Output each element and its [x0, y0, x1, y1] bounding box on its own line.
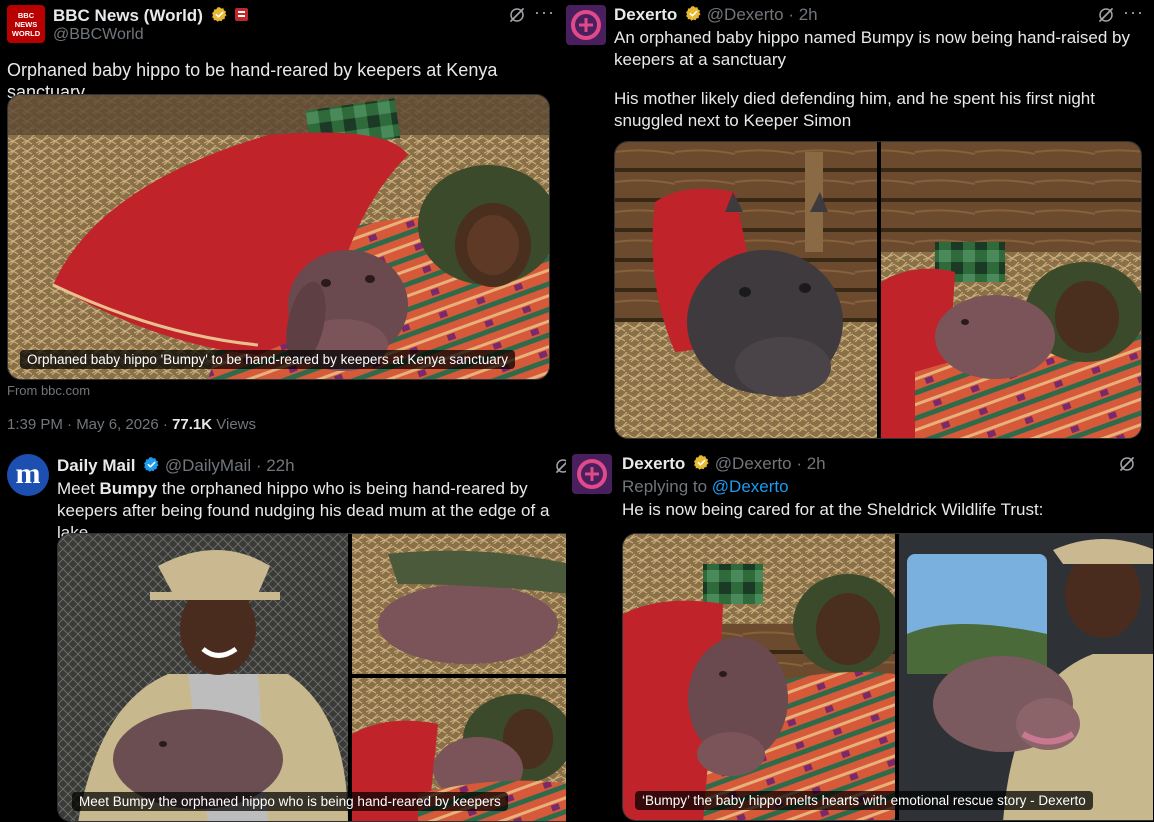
post-time[interactable]: · 2h [788, 5, 817, 24]
image-caption: Orphaned baby hippo 'Bumpy' to be hand-r… [20, 350, 515, 369]
more-icon[interactable]: ··· [534, 2, 555, 23]
verified-gold-icon [211, 6, 228, 23]
more-icon[interactable]: ··· [1123, 2, 1144, 23]
post-text-line2: His mother likely died defending him, an… [614, 89, 1095, 130]
dailymail-logo-text: m [15, 457, 41, 490]
post-image-grid[interactable]: Meet Bumpy the orphaned hippo who is bei… [57, 533, 566, 822]
author-name[interactable]: Dexerto [622, 454, 685, 473]
post-text-line1: An orphaned baby hippo named Bumpy is no… [614, 28, 1131, 69]
post-time[interactable]: · 2h [796, 454, 825, 473]
post-text: He is now being cared for at the Sheldri… [622, 500, 1044, 519]
dexerto-post[interactable]: Dexerto @Dexerto · 2h ··· An orphaned ba… [557, 0, 1154, 444]
link-source[interactable]: From bbc.com [7, 383, 90, 398]
post-image-grid[interactable] [614, 141, 1142, 439]
post-image-grid[interactable]: ‘Bumpy’ the baby hippo melts hearts with… [622, 533, 1153, 821]
dailymail-post[interactable]: m Daily Mail @DailyMail · 22h Meet Bumpy… [0, 446, 566, 822]
dailymail-avatar[interactable]: m [7, 454, 49, 496]
image-caption: ‘Bumpy’ the baby hippo melts hearts with… [635, 791, 1093, 810]
grok-icon[interactable] [1097, 6, 1115, 24]
views-label: Views [212, 416, 257, 433]
reply-to-link[interactable]: @Dexerto [712, 477, 789, 496]
views-count: 77.1K [172, 416, 213, 433]
post-text-pre: Meet [57, 479, 100, 498]
dexerto-avatar[interactable] [572, 454, 612, 494]
bbc-avatar[interactable]: BBC NEWS WORLD [7, 5, 45, 43]
author-name[interactable]: Dexerto [614, 5, 677, 24]
author-name[interactable]: Daily Mail [57, 456, 135, 475]
grok-icon[interactable] [1118, 455, 1136, 473]
grok-icon[interactable] [554, 457, 566, 475]
author-handle[interactable]: @DailyMail [165, 456, 251, 475]
author-name[interactable]: BBC News (World) [53, 6, 203, 25]
dexerto-logo-icon [566, 5, 606, 45]
post-time[interactable]: · 22h [256, 456, 295, 475]
post-timestamp[interactable]: 1:39 PM · May 6, 2026 · [7, 416, 172, 433]
dexerto-logo-icon [572, 454, 612, 494]
verified-blue-icon [143, 456, 160, 473]
bbc-post[interactable]: BBC NEWS WORLD BBC News (World) @BBCWorl… [0, 0, 555, 444]
flag-icon [235, 8, 249, 21]
dexerto-avatar[interactable] [566, 5, 606, 45]
verified-gold-icon [685, 5, 702, 22]
grok-icon[interactable] [508, 6, 526, 24]
image-caption: Meet Bumpy the orphaned hippo who is bei… [72, 792, 508, 811]
author-handle[interactable]: @Dexerto [715, 454, 792, 473]
post-image[interactable]: Orphaned baby hippo 'Bumpy' to be hand-r… [7, 94, 550, 380]
post-text-bold: Bumpy [99, 479, 158, 498]
author-handle[interactable]: @Dexerto [707, 5, 784, 24]
bbc-logo-text: BBC NEWS WORLD [11, 11, 41, 38]
verified-gold-icon [693, 454, 710, 471]
author-handle[interactable]: @BBCWorld [53, 26, 144, 44]
reply-prefix: Replying to [622, 477, 712, 496]
dexerto-reply-post[interactable]: Dexerto @Dexerto · 2h Replying to @Dexer… [568, 446, 1154, 822]
